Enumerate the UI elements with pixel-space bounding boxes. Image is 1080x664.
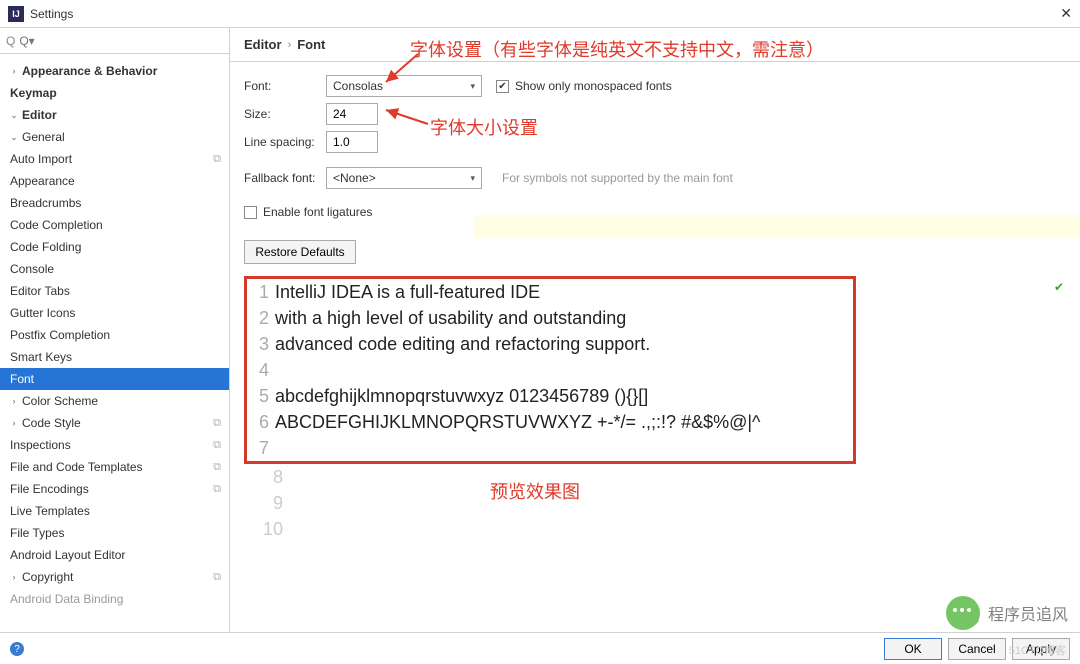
settings-tree: ›Appearance & Behavior Keymap ⌄Editor ⌄G… (0, 54, 229, 632)
copy-icon: ⧉ (213, 461, 221, 474)
tree-editor-tabs[interactable]: Editor Tabs (0, 280, 229, 302)
tree-font[interactable]: Font (0, 368, 229, 390)
cancel-button[interactable]: Cancel (948, 638, 1006, 660)
font-label: Font: (244, 79, 326, 93)
tree-copyright[interactable]: ›Copyright⧉ (0, 566, 229, 588)
search-icon: Q (6, 34, 15, 48)
tree-live-templates[interactable]: Live Templates (0, 500, 229, 522)
font-select[interactable]: Consolas ▾ (326, 75, 482, 97)
size-label: Size: (244, 107, 326, 121)
highlight-band (474, 215, 1080, 237)
footer: OK Cancel Apply (0, 632, 1080, 664)
wechat-icon (946, 596, 980, 630)
chevron-down-icon: ▾ (470, 81, 475, 92)
tree-android-layout[interactable]: Android Layout Editor (0, 544, 229, 566)
fallback-hint: For symbols not supported by the main fo… (502, 171, 733, 185)
copy-icon: ⧉ (213, 417, 221, 430)
chevron-down-icon: ▾ (470, 173, 475, 184)
font-preview[interactable]: 1IntelliJ IDEA is a full-featured IDE 2w… (244, 276, 856, 464)
crumb-leaf: Font (297, 37, 325, 52)
font-form: Font: Consolas ▾ ✔ Show only monospaced … (230, 62, 1080, 232)
tree-appearance[interactable]: Appearance (0, 170, 229, 192)
app-icon: IJ (8, 6, 24, 22)
spacing-input[interactable] (326, 131, 378, 153)
copy-icon: ⧉ (213, 153, 221, 166)
crumb-root[interactable]: Editor (244, 37, 282, 52)
monospace-checkbox[interactable]: ✔ (496, 80, 509, 93)
tree-file-encodings[interactable]: File Encodings⧉ (0, 478, 229, 500)
ligatures-checkbox[interactable] (244, 206, 257, 219)
ok-button[interactable]: OK (884, 638, 942, 660)
tree-code-folding[interactable]: Code Folding (0, 236, 229, 258)
tree-gutter-icons[interactable]: Gutter Icons (0, 302, 229, 324)
tree-postfix[interactable]: Postfix Completion (0, 324, 229, 346)
copy-icon: ⧉ (213, 439, 221, 452)
spacing-label: Line spacing: (244, 135, 326, 149)
check-icon: ✔ (1054, 280, 1064, 294)
watermark: 程序员追风 (946, 596, 1068, 630)
tree-smart-keys[interactable]: Smart Keys (0, 346, 229, 368)
watermark-sub: 51CTO博客 (1009, 642, 1066, 658)
tree-code-completion[interactable]: Code Completion (0, 214, 229, 236)
tree-editor[interactable]: ⌄Editor (0, 104, 229, 126)
close-icon[interactable]: ✕ (1060, 5, 1072, 22)
restore-defaults-button[interactable]: Restore Defaults (244, 240, 356, 264)
search-bar[interactable]: Q (0, 28, 229, 54)
fallback-select[interactable]: <None> ▾ (326, 167, 482, 189)
tree-general[interactable]: ⌄General (0, 126, 229, 148)
preview-gutter-extra: 8 9 10 (261, 464, 1066, 542)
size-input[interactable] (326, 103, 378, 125)
tree-breadcrumbs[interactable]: Breadcrumbs (0, 192, 229, 214)
search-input[interactable] (19, 34, 223, 48)
tree-file-types[interactable]: File Types (0, 522, 229, 544)
tree-console[interactable]: Console (0, 258, 229, 280)
titlebar: IJ Settings ✕ (0, 0, 1080, 28)
copy-icon: ⧉ (213, 483, 221, 496)
tree-inspections[interactable]: Inspections⧉ (0, 434, 229, 456)
chevron-right-icon: › (288, 39, 292, 51)
copy-icon: ⧉ (213, 571, 221, 584)
window-title: Settings (30, 7, 73, 21)
breadcrumb: Editor › Font (230, 28, 1080, 62)
monospace-label: Show only monospaced fonts (515, 79, 672, 93)
tree-keymap[interactable]: Keymap (0, 82, 229, 104)
sidebar: Q ›Appearance & Behavior Keymap ⌄Editor … (0, 28, 230, 632)
tree-android-data[interactable]: Android Data Binding (0, 588, 229, 610)
tree-code-style[interactable]: ›Code Style⧉ (0, 412, 229, 434)
tree-file-templates[interactable]: File and Code Templates⧉ (0, 456, 229, 478)
tree-auto-import[interactable]: Auto Import⧉ (0, 148, 229, 170)
main-panel: Editor › Font Font: Consolas ▾ ✔ Show on… (230, 28, 1080, 632)
ligatures-label: Enable font ligatures (263, 205, 372, 219)
help-icon[interactable]: ? (10, 642, 24, 656)
tree-appearance-behavior[interactable]: ›Appearance & Behavior (0, 60, 229, 82)
tree-color-scheme[interactable]: ›Color Scheme (0, 390, 229, 412)
fallback-label: Fallback font: (244, 171, 326, 185)
